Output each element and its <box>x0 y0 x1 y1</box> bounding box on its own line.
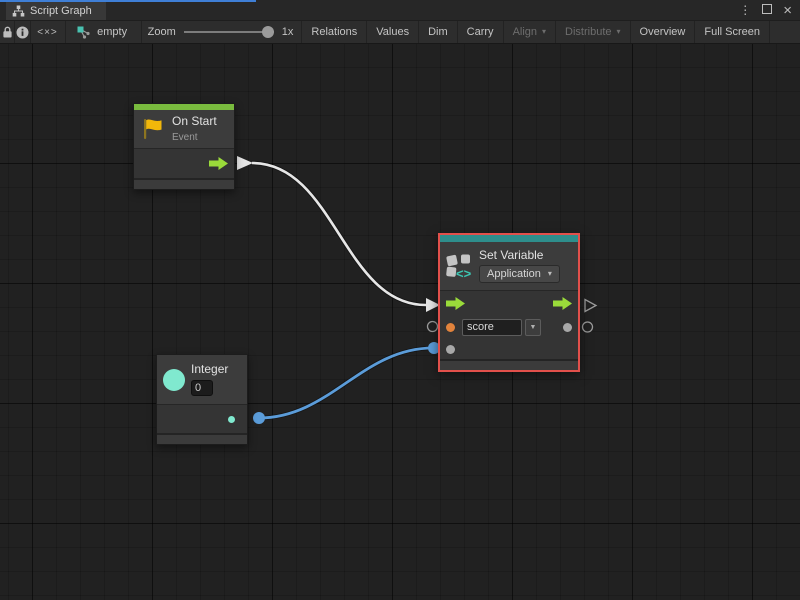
full-screen-label: Full Screen <box>704 26 760 38</box>
node-on-start[interactable]: On Start Event <box>133 103 235 190</box>
chevron-down-icon: ▾ <box>542 28 546 36</box>
connections-layer <box>0 44 800 600</box>
zoom-control: Zoom 1x <box>142 21 302 43</box>
graph-toolbar: <×> empty Zoom 1x Relations <box>0 20 800 44</box>
zoom-label: Zoom <box>148 26 176 38</box>
chevron-down-icon: ▾ <box>548 270 552 278</box>
node-header[interactable]: On Start Event <box>134 110 234 149</box>
distribute-label: Distribute <box>565 26 611 38</box>
integer-value-input[interactable] <box>191 380 213 396</box>
toolbar-right-buttons: Relations Values Dim Carry Align ▾ Distr… <box>301 21 770 43</box>
flow-wire-onstart-to-setvariable[interactable] <box>252 163 426 305</box>
scope-label: Application <box>487 268 541 280</box>
variable-name-combo: ▼ <box>462 319 541 336</box>
values-button[interactable]: Values <box>366 21 418 43</box>
window-menu-button[interactable]: ⋮ <box>739 4 751 16</box>
tab-script-graph[interactable]: Script Graph <box>6 2 106 20</box>
graph-hierarchy-icon <box>12 5 25 17</box>
variable-header-stripe <box>440 235 578 242</box>
code-view-button[interactable]: <×> <box>30 21 64 43</box>
variable-name-input[interactable] <box>462 319 522 336</box>
node-subtitle: Event <box>172 132 217 143</box>
carry-button[interactable]: Carry <box>457 21 503 43</box>
node-integer[interactable]: Integer <box>156 354 248 445</box>
tab-title: Script Graph <box>30 5 92 17</box>
dim-label: Dim <box>428 26 448 38</box>
graph-breadcrumb[interactable]: empty <box>65 21 141 43</box>
dim-button[interactable]: Dim <box>418 21 457 43</box>
distribute-button[interactable]: Distribute ▾ <box>555 21 629 43</box>
flow-output-connector-triangle[interactable] <box>585 300 596 312</box>
zoom-slider-track[interactable] <box>184 31 274 33</box>
lock-icon <box>2 26 13 39</box>
tab-bar: Script Graph ⋮ × <box>0 0 800 20</box>
value-input-port[interactable] <box>446 345 455 354</box>
flow-output-port[interactable] <box>553 297 572 310</box>
breadcrumb-label: empty <box>97 26 127 38</box>
value-wire-integer-to-setvariable[interactable] <box>259 348 433 418</box>
node-header[interactable]: <> Set Variable Application ▾ <box>440 242 578 291</box>
graph-canvas[interactable]: On Start Event <> <box>0 44 800 600</box>
node-header[interactable]: Integer <box>157 355 247 405</box>
script-graph-window: Script Graph ⋮ × <×> <box>0 0 800 600</box>
name-input-connector-circle[interactable] <box>428 322 438 332</box>
node-footer <box>440 359 578 370</box>
maximize-icon <box>762 4 772 14</box>
flow-input-port[interactable] <box>446 297 465 310</box>
zoom-value: 1x <box>282 26 294 38</box>
variable-name-port[interactable] <box>446 323 455 332</box>
align-label: Align <box>513 26 537 38</box>
value-output-connector-circle[interactable] <box>583 322 593 332</box>
values-label: Values <box>376 26 409 38</box>
zoom-slider[interactable] <box>184 25 274 39</box>
node-title: On Start <box>172 115 217 128</box>
info-icon <box>16 26 29 39</box>
chevron-down-icon: ▼ <box>530 324 537 331</box>
node-footer <box>134 178 234 189</box>
node-set-variable[interactable]: <> Set Variable Application ▾ <box>438 233 580 372</box>
full-screen-button[interactable]: Full Screen <box>694 21 770 43</box>
variable-name-dropdown-button[interactable]: ▼ <box>525 319 541 336</box>
info-button[interactable] <box>15 21 30 43</box>
svg-text:<>: <> <box>456 266 472 279</box>
window-controls: ⋮ × <box>739 0 792 20</box>
flow-wire-shadow <box>252 163 426 305</box>
lock-button[interactable] <box>0 21 14 43</box>
chevron-down-icon: ▾ <box>617 28 621 36</box>
node-title: Set Variable <box>479 249 560 262</box>
node-footer <box>157 433 247 444</box>
flow-wire-source-arrow <box>237 156 253 170</box>
align-button[interactable]: Align ▾ <box>503 21 555 43</box>
value-output-port[interactable] <box>563 323 572 332</box>
node-body: ▼ <box>440 291 578 359</box>
integer-circle-icon <box>163 369 185 391</box>
window-close-button[interactable]: × <box>783 3 792 18</box>
value-wire-shadow <box>259 348 433 418</box>
variable-scope-dropdown[interactable]: Application ▾ <box>479 265 560 283</box>
relations-label: Relations <box>311 26 357 38</box>
node-title: Integer <box>191 363 228 376</box>
relations-button[interactable]: Relations <box>301 21 366 43</box>
node-body <box>134 149 234 178</box>
overview-label: Overview <box>640 26 686 38</box>
zoom-slider-handle[interactable] <box>262 26 274 38</box>
variables-icon: <> <box>446 253 473 279</box>
carry-label: Carry <box>467 26 494 38</box>
flag-icon <box>140 117 166 141</box>
value-wire-source-dot <box>253 412 265 424</box>
node-body <box>157 405 247 433</box>
overview-button[interactable]: Overview <box>630 21 695 43</box>
window-maximize-button[interactable] <box>762 2 772 18</box>
flow-output-port[interactable] <box>209 157 228 170</box>
graph-node-icon <box>77 26 91 39</box>
integer-output-port[interactable] <box>228 416 235 423</box>
